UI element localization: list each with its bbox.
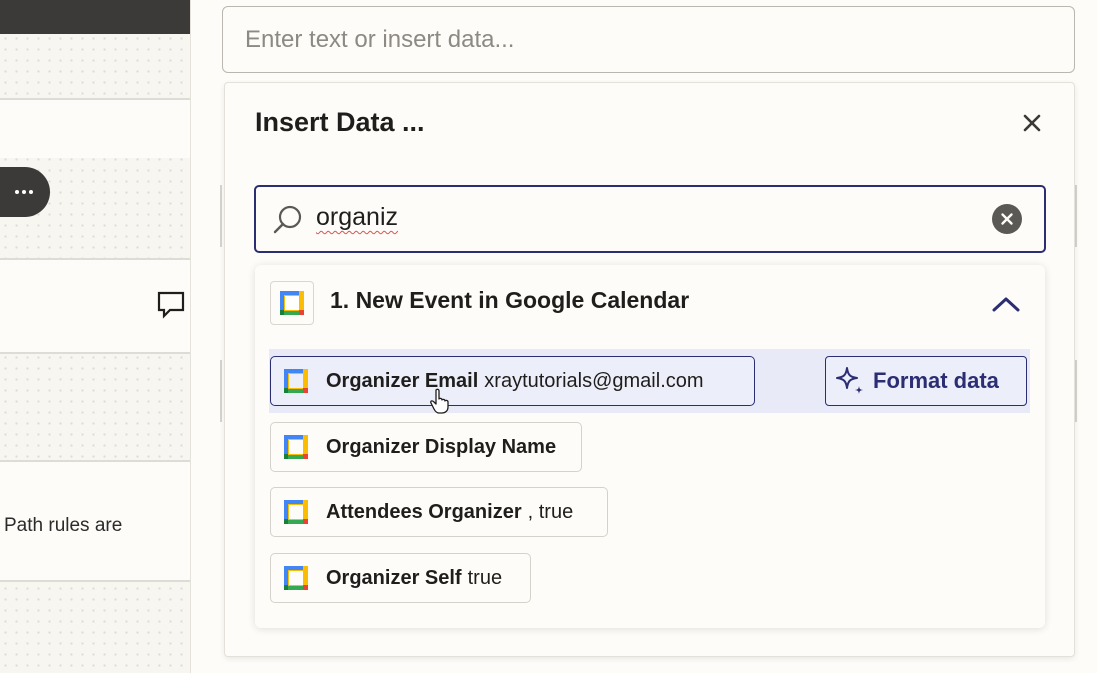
google-calendar-icon (284, 369, 308, 393)
divider (0, 258, 190, 260)
data-item-value: , true (527, 500, 574, 523)
close-button[interactable] (1018, 109, 1046, 137)
data-item-value: xraytutorials@gmail.com (484, 369, 704, 392)
insert-data-panel: Insert Data ... organiz 1. New Event in … (224, 82, 1075, 657)
format-data-label: Format data (873, 368, 999, 393)
divider (0, 460, 190, 462)
data-item-value: true (467, 566, 503, 589)
field-edge (220, 360, 222, 422)
search-icon (273, 205, 302, 234)
data-item-organizer-self[interactable]: Organizer Self true (270, 553, 531, 603)
divider (0, 352, 190, 354)
step-group-header[interactable]: 1. New Event in Google Calendar (255, 265, 1045, 337)
chevron-up-icon[interactable] (991, 295, 1021, 313)
data-item-organizer-display-name[interactable]: Organizer Display Name (270, 422, 582, 472)
data-item-attendees-organizer[interactable]: Attendees Organizer , true (270, 487, 608, 537)
google-calendar-icon (270, 281, 314, 325)
value-input[interactable]: Enter text or insert data... (222, 6, 1075, 73)
search-query[interactable]: organiz (316, 203, 398, 232)
divider (0, 98, 190, 100)
field-edge (1075, 360, 1077, 422)
data-item-label: Attendees Organizer (326, 500, 522, 523)
google-calendar-icon (284, 566, 308, 590)
search-results: 1. New Event in Google Calendar Organize… (255, 265, 1045, 628)
close-icon (1023, 114, 1041, 132)
value-input-placeholder: Enter text or insert data... (245, 25, 515, 53)
data-item-label: Organizer Email (326, 369, 479, 392)
step-group-title: 1. New Event in Google Calendar (330, 287, 690, 313)
clear-icon (1001, 213, 1013, 225)
field-edge (1075, 185, 1077, 247)
google-calendar-icon (284, 500, 308, 524)
more-icon (15, 190, 19, 194)
canvas-panel: Path rules are (0, 0, 191, 673)
panel-title: Insert Data ... (255, 107, 425, 137)
format-data-button[interactable]: Format data (825, 356, 1027, 406)
sparkle-icon (836, 367, 863, 394)
field-edge (220, 185, 222, 247)
canvas-top-bar (0, 0, 190, 34)
data-item-label: Organizer Display Name (326, 435, 557, 458)
google-calendar-icon (284, 435, 308, 459)
hand-cursor-icon (430, 388, 449, 414)
path-rules-text: Path rules are (4, 515, 123, 536)
data-item-label: Organizer Self (326, 566, 462, 589)
data-item-organizer-email[interactable]: Organizer Email xraytutorials@gmail.com (270, 356, 755, 406)
comment-icon[interactable] (156, 290, 186, 320)
clear-search-button[interactable] (992, 204, 1022, 234)
canvas-step-card (0, 100, 190, 158)
more-menu-button[interactable] (0, 167, 50, 217)
search-input[interactable]: organiz (254, 185, 1046, 253)
divider (0, 580, 190, 582)
